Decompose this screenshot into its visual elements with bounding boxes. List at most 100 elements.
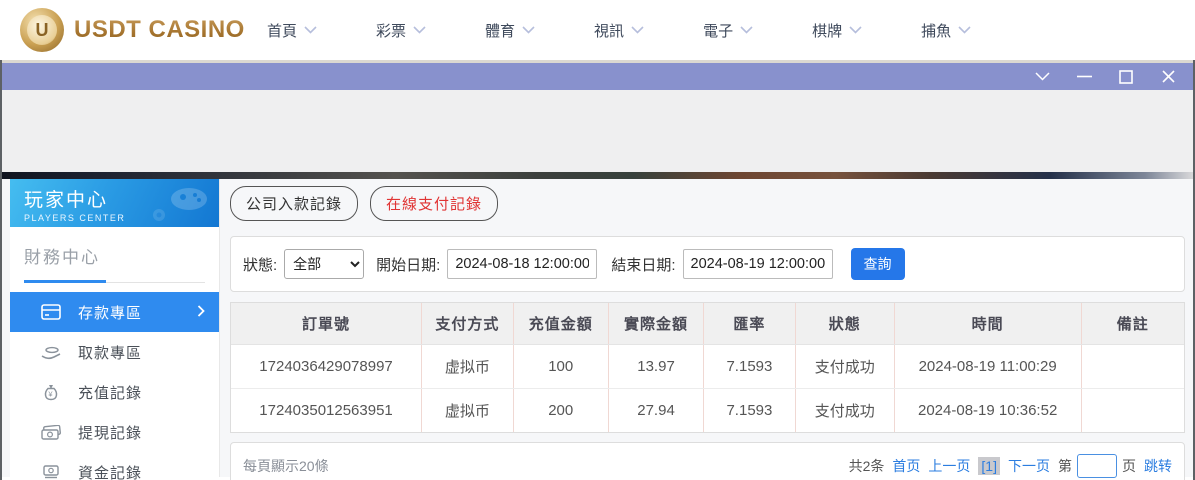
end-date-input[interactable] [683, 249, 833, 279]
cell-recharge-amount: 100 [513, 344, 608, 388]
nav-item-fishing[interactable]: 捕魚 [921, 20, 971, 41]
moneybag-icon: ¥ [40, 384, 62, 401]
funds-icon [40, 464, 62, 480]
content-area: 玩家中心 PLAYERS CENTER 財務中心 [2, 179, 1193, 477]
logo-text: USDT CASINO [74, 16, 245, 44]
collapse-chevron-button[interactable] [1033, 68, 1051, 86]
tab-online-payment-records[interactable]: 在線支付記錄 [370, 186, 498, 221]
sidebar-item-funds-records[interactable]: 資金記錄 [10, 452, 219, 480]
chevron-down-icon [740, 26, 753, 34]
window-titlebar [2, 60, 1193, 90]
nav-item-label: 體育 [485, 20, 515, 41]
chevron-down-icon [631, 26, 644, 34]
tab-company-deposit-records[interactable]: 公司入款記錄 [230, 186, 358, 221]
finance-center-section: 財務中心 [10, 227, 219, 283]
sidebar-item-recharge-records[interactable]: ¥ 充值記錄 [10, 372, 219, 412]
cell-remark [1081, 344, 1184, 388]
pagination-bar: 每頁顯示20條 共2条 首页 上一页 [1] 下一页 第 页 跳转 [230, 442, 1185, 480]
cell-actual-amount: 13.97 [608, 344, 703, 388]
chevron-down-icon [304, 26, 317, 34]
workspace-background [2, 90, 1193, 172]
cell-payment-method: 虚拟币 [422, 388, 513, 432]
table-row: 1724036429078997 虚拟币 100 13.97 7.1593 支付… [231, 344, 1184, 388]
jump-group: 第 页 [1058, 454, 1136, 478]
col-recharge-amount: 充值金額 [513, 303, 608, 344]
minimize-button[interactable] [1075, 68, 1093, 86]
sidebar-item-label: 提現記錄 [78, 422, 142, 443]
table-header-row: 訂單號 支付方式 充值金額 實際金額 匯率 狀態 時間 備註 [231, 303, 1184, 344]
nav-item-lottery[interactable]: 彩票 [376, 20, 426, 41]
withdraw-hand-icon [40, 345, 62, 360]
current-page-indicator: [1] [978, 457, 1000, 475]
nav-item-home[interactable]: 首頁 [267, 20, 317, 41]
nav-item-sports[interactable]: 體育 [485, 20, 535, 41]
logo-monogram: U [27, 15, 57, 45]
cell-status: 支付成功 [795, 388, 894, 432]
col-actual-amount: 實際金額 [608, 303, 703, 344]
status-label: 狀態: [243, 254, 277, 275]
records-table: 訂單號 支付方式 充值金額 實際金額 匯率 狀態 時間 備註 172403642 [230, 302, 1185, 433]
top-navbar: U USDT CASINO 首頁 彩票 體育 視訊 電子 棋牌 捕魚 [0, 0, 1195, 60]
jump-suffix-text: 页 [1122, 456, 1136, 476]
sidebar-item-label: 充值記錄 [78, 382, 142, 403]
total-count-text: 共2条 [849, 456, 885, 476]
sidebar-item-label: 存款專區 [78, 302, 142, 323]
jump-prefix-text: 第 [1058, 456, 1072, 476]
sidebar: 玩家中心 PLAYERS CENTER 財務中心 [10, 179, 220, 477]
sidebar-item-withdraw[interactable]: 取款專區 [10, 332, 219, 372]
main-nav: 首頁 彩票 體育 視訊 電子 棋牌 捕魚 [267, 20, 1030, 41]
filter-bar: 狀態: 全部 開始日期: 結束日期: 查詢 [230, 236, 1185, 292]
end-date-label: 結束日期: [611, 254, 675, 275]
search-button[interactable]: 查詢 [851, 248, 905, 280]
col-remark: 備註 [1081, 303, 1184, 344]
col-payment-method: 支付方式 [422, 303, 513, 344]
col-status: 狀態 [795, 303, 894, 344]
nav-item-label: 電子 [703, 20, 733, 41]
pager: 共2条 首页 上一页 [1] 下一页 第 页 跳转 [849, 454, 1172, 478]
sidebar-item-label: 取款專區 [78, 342, 142, 363]
sidebar-item-deposit[interactable]: 存款專區 [10, 292, 219, 332]
table-row: 1724035012563951 虚拟币 200 27.94 7.1593 支付… [231, 388, 1184, 432]
logo-coin-icon: U [20, 8, 64, 52]
nav-item-slots[interactable]: 電子 [703, 20, 753, 41]
window-frame: 玩家中心 PLAYERS CENTER 財務中心 [0, 60, 1195, 480]
divider-strip [2, 172, 1193, 179]
finance-center-title: 財務中心 [24, 243, 205, 268]
close-button[interactable] [1159, 68, 1177, 86]
cell-time: 2024-08-19 11:00:29 [894, 344, 1081, 388]
cell-exchange-rate: 7.1593 [704, 344, 795, 388]
chevron-down-icon [849, 26, 862, 34]
chevron-down-icon [522, 26, 535, 34]
col-exchange-rate: 匯率 [704, 303, 795, 344]
deposit-card-icon [40, 304, 62, 320]
cell-exchange-rate: 7.1593 [704, 388, 795, 432]
page-jump-input[interactable] [1077, 454, 1117, 478]
first-page-link[interactable]: 首页 [892, 456, 920, 476]
logo[interactable]: U USDT CASINO [20, 8, 255, 52]
cell-time: 2024-08-19 10:36:52 [894, 388, 1081, 432]
cell-remark [1081, 388, 1184, 432]
players-center-header: 玩家中心 PLAYERS CENTER [10, 179, 219, 227]
cell-recharge-amount: 200 [513, 388, 608, 432]
prev-page-link[interactable]: 上一页 [928, 456, 970, 476]
cell-order-id: 1724036429078997 [231, 344, 422, 388]
start-date-label: 開始日期: [376, 254, 440, 275]
svg-text:¥: ¥ [48, 389, 53, 398]
cell-status: 支付成功 [795, 344, 894, 388]
nav-item-live[interactable]: 視訊 [594, 20, 644, 41]
status-select[interactable]: 全部 [284, 249, 364, 279]
start-date-input[interactable] [447, 249, 597, 279]
nav-item-cards[interactable]: 棋牌 [812, 20, 862, 41]
nav-item-label: 棋牌 [812, 20, 842, 41]
jump-button[interactable]: 跳转 [1144, 456, 1172, 476]
next-page-link[interactable]: 下一页 [1008, 456, 1050, 476]
sidebar-item-withdrawal-records[interactable]: 提現記錄 [10, 412, 219, 452]
cell-actual-amount: 27.94 [608, 388, 703, 432]
chevron-down-icon [413, 26, 426, 34]
sidebar-menu: 存款專區 取款專區 ¥ 充值記錄 [10, 292, 219, 480]
page-size-text: 每頁顯示20條 [243, 456, 329, 476]
maximize-button[interactable] [1117, 68, 1135, 86]
sidebar-item-label: 資金記錄 [78, 462, 142, 480]
chevron-right-icon [197, 304, 205, 321]
record-tabs: 公司入款記錄 在線支付記錄 [230, 186, 1185, 221]
